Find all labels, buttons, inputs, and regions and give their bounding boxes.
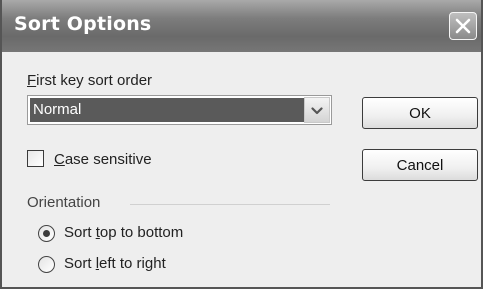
sort-order-label-accel: F xyxy=(27,72,37,89)
radio-sort-left-to-right[interactable] xyxy=(38,256,55,273)
dialog-title: Sort Options xyxy=(14,13,152,35)
sort-options-dialog: Sort Options First key sort order Normal… xyxy=(0,0,483,289)
radio-label-post: op to bottom xyxy=(99,224,184,241)
close-icon xyxy=(454,17,472,35)
radio-label-sort-top-to-bottom[interactable]: Sort top to bottom xyxy=(64,224,183,241)
radio-label-pre: Sort xyxy=(64,224,96,241)
ok-button[interactable]: OK xyxy=(362,97,478,129)
dropdown-arrow-button[interactable] xyxy=(304,97,330,123)
radio-selected-dot xyxy=(43,230,50,237)
case-sensitive-label-accel: C xyxy=(54,151,65,168)
case-sensitive-label-rest: ase sensitive xyxy=(64,151,152,168)
sort-order-dropdown[interactable]: Normal xyxy=(27,95,332,125)
radio-sort-top-to-bottom[interactable] xyxy=(38,225,55,242)
sort-order-selected-value: Normal xyxy=(30,98,304,122)
sort-order-label: First key sort order xyxy=(27,72,152,89)
close-button[interactable] xyxy=(449,12,477,40)
radio-label-pre: Sort xyxy=(64,255,96,272)
orientation-group-label: Orientation xyxy=(27,194,101,211)
orientation-group-divider xyxy=(130,204,330,205)
case-sensitive-checkbox[interactable] xyxy=(27,150,44,167)
title-bar[interactable]: Sort Options xyxy=(2,0,481,52)
radio-label-post: eft to right xyxy=(99,255,166,272)
cancel-button[interactable]: Cancel xyxy=(362,149,478,181)
case-sensitive-label[interactable]: Case sensitive xyxy=(54,151,152,168)
sort-order-label-rest: irst key sort order xyxy=(36,72,153,89)
radio-label-sort-left-to-right[interactable]: Sort left to right xyxy=(64,255,166,272)
chevron-down-icon xyxy=(311,101,323,120)
